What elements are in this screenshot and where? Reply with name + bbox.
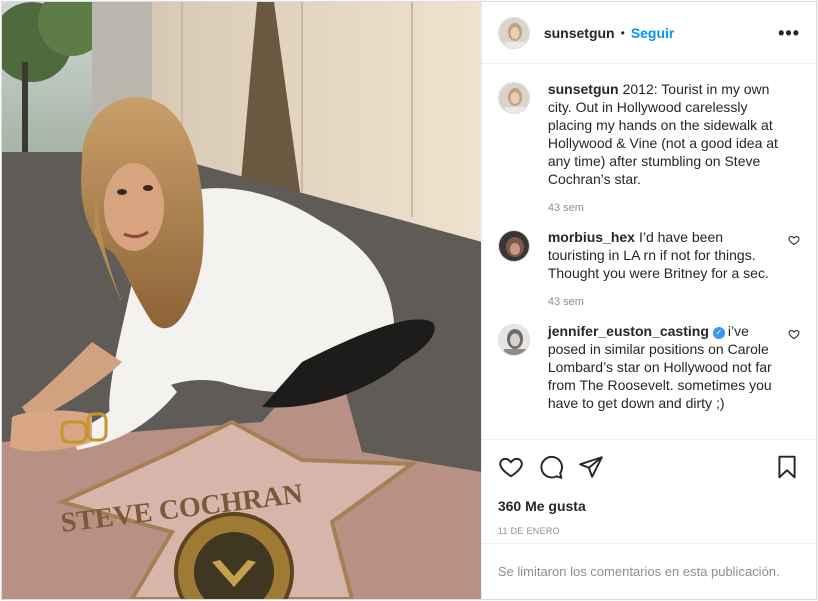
instagram-post: STEVE COCHRAN sunsetgun • Seguir ••• sun… (1, 1, 817, 600)
user-avatar-icon (498, 17, 529, 48)
user-avatar-icon (498, 325, 529, 355)
post-header: sunsetgun • Seguir ••• (481, 2, 816, 64)
separator-dot: • (620, 25, 625, 40)
comment-body: morbius_hex I’d have been touristing in L… (548, 228, 800, 308)
walk-of-fame-photo: STEVE COCHRAN (2, 2, 481, 599)
follow-button[interactable]: Seguir (631, 25, 675, 41)
user-avatar-icon (498, 83, 529, 113)
avatar[interactable] (497, 16, 530, 49)
comment-time[interactable]: 43 sem (548, 296, 778, 308)
likes-count[interactable]: 360 Me gusta (498, 498, 800, 514)
comment-time[interactable]: 43 sem (548, 202, 778, 214)
verified-badge-icon: ✓ (712, 327, 725, 339)
heart-icon[interactable] (498, 454, 524, 480)
more-options-icon[interactable]: ••• (778, 24, 800, 42)
user-avatar-icon (498, 231, 529, 261)
caption-comment: sunsetgun 2012: Tourist in my own city. O… (497, 80, 800, 214)
comment-text-block: jennifer_euston_casting ✓ i’ve posed in si… (548, 322, 778, 412)
comment-username[interactable]: morbius_hex (548, 229, 635, 245)
comment-username[interactable]: sunsetgun (548, 81, 619, 97)
action-icons-row (498, 452, 800, 482)
comment-item: jennifer_euston_casting ✓ i’ve posed in si… (497, 322, 800, 412)
share-icon[interactable] (578, 454, 604, 480)
post-side-panel: sunsetgun • Seguir ••• sunsetgun2012: T (480, 2, 816, 599)
comment-body: jennifer_euston_casting ✓ i’ve posed in si… (548, 322, 800, 412)
comment-body: sunsetgun 2012: Tourist in my own city. O… (548, 80, 800, 214)
like-comment-icon[interactable] (788, 234, 800, 246)
comments-limited-notice: Se limitaron los comentarios en esta pub… (481, 543, 816, 599)
post-photo[interactable]: STEVE COCHRAN (2, 2, 481, 599)
avatar[interactable] (497, 82, 530, 114)
bookmark-icon[interactable] (774, 454, 800, 480)
comment-text-block: sunsetgun 2012: Tourist in my own city. O… (548, 80, 778, 188)
comment-username[interactable]: jennifer_euston_casting (548, 323, 709, 339)
avatar[interactable] (497, 324, 530, 356)
comment-item: morbius_hex I’d have been touristing in L… (497, 228, 800, 308)
post-author-username[interactable]: sunsetgun (544, 25, 615, 41)
like-comment-icon[interactable] (788, 328, 800, 340)
post-actions: 360 Me gusta 11 DE ENERO (481, 439, 816, 543)
comment-text-block: morbius_hex I’d have been touristing in L… (548, 228, 778, 282)
post-date[interactable]: 11 DE ENERO (498, 526, 800, 536)
comments-list[interactable]: sunsetgun 2012: Tourist in my own city. O… (482, 64, 816, 439)
comment-icon[interactable] (538, 454, 564, 480)
avatar[interactable] (497, 230, 530, 262)
